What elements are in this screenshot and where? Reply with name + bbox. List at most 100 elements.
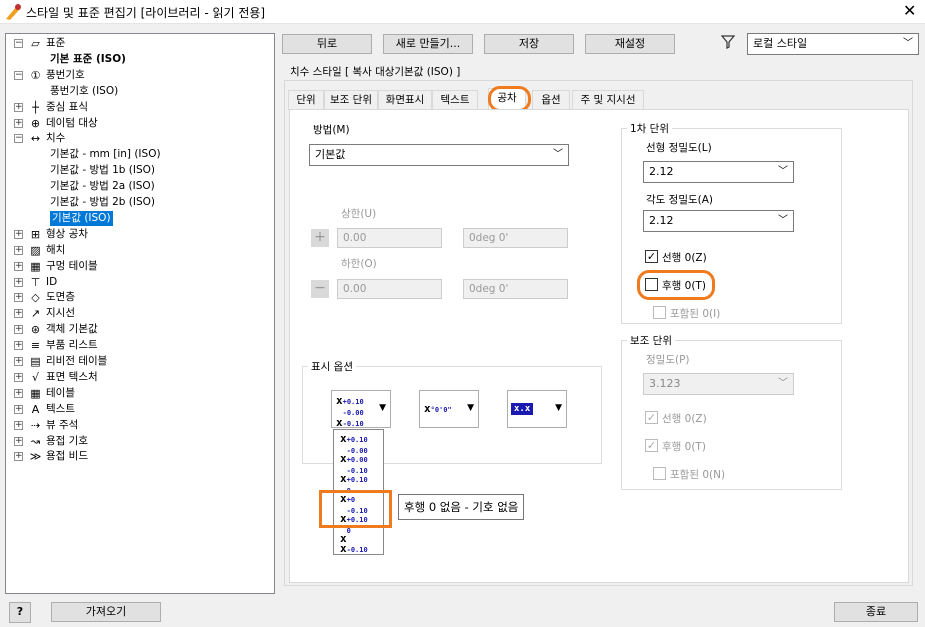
parts-list-icon: ≡ [30, 339, 41, 353]
basic-dimension-format-button[interactable]: x.x ▼ [507, 390, 567, 428]
help-button[interactable]: ? [9, 602, 31, 623]
standard-icon: ▱ [31, 37, 40, 50]
tab-alternate-units[interactable]: 보조 단위 [324, 90, 378, 110]
expand-icon[interactable]: + [14, 277, 23, 287]
method-value: 기본값 [315, 148, 346, 161]
tab-notes-leaders[interactable]: 주 및 지시선 [572, 90, 644, 110]
view-annotation-icon: ⇢ [30, 418, 41, 432]
leading-zero-label: 선행 0(Z) [662, 252, 707, 264]
chevron-down-icon: ﹀ [778, 166, 788, 177]
tree-item-label: 해치 [46, 243, 66, 256]
tree-item-label: 풍번기호 [46, 68, 85, 81]
expand-icon[interactable]: + [14, 325, 23, 335]
tree-item-label: 풍번기호 (ISO) [50, 84, 119, 97]
tree-item-label: 용접 기호 [46, 434, 88, 447]
close-icon[interactable]: ✕ [903, 1, 916, 20]
hatch-icon: ▨ [30, 243, 41, 257]
trailing-zero-tolerance-button[interactable]: x+0.10 -0.00 x-0.10 ▼ [331, 390, 391, 428]
tree-item-label: 기본값 (ISO) [50, 210, 113, 226]
revision-table-icon: ▤ [30, 355, 41, 368]
linear-precision-value: 2.12 [649, 165, 674, 178]
upper-label: 상한(U) [341, 208, 377, 220]
expand-icon[interactable]: + [14, 372, 23, 382]
tree-item-label: 테이블 [46, 386, 75, 399]
method-label: 방법(M) [313, 124, 350, 136]
method-dropdown[interactable]: 기본값 ﹀ [309, 144, 569, 166]
back-button[interactable]: 뒤로 [282, 34, 372, 54]
tree-item-label: 데이텀 대상 [46, 116, 98, 129]
tree-item-label: 리비전 테이블 [46, 355, 108, 367]
datum-target-icon: ⊕ [30, 116, 41, 130]
alt-precision-label: 정밀도(P) [646, 354, 690, 366]
expand-icon[interactable]: + [14, 388, 23, 398]
tree-item-label: 도면층 [46, 291, 75, 304]
tab-text[interactable]: 텍스트 [432, 90, 478, 110]
tree-item-label: 기본값 - 방법 1b (ISO) [50, 164, 156, 177]
expand-icon[interactable]: + [14, 420, 23, 430]
expand-icon[interactable]: + [14, 245, 23, 255]
expand-icon[interactable]: + [14, 341, 23, 351]
expand-icon[interactable]: + [14, 357, 23, 366]
expand-icon[interactable]: + [14, 102, 23, 112]
expand-icon[interactable]: + [14, 118, 23, 128]
angular-precision-label: 각도 정밀도(A) [646, 194, 714, 206]
tree-item-label: 치수 [46, 132, 66, 145]
import-button[interactable]: 가져오기 [51, 602, 161, 622]
upper-value-field: 0.00 [337, 228, 442, 248]
tree-item-label: 중심 표식 [46, 100, 88, 113]
tree-item-label: 구멍 테이블 [46, 259, 98, 272]
expand-icon[interactable]: + [14, 436, 23, 446]
angular-precision-dropdown[interactable]: 2.12 ﹀ [643, 210, 794, 232]
collapse-icon[interactable]: − [14, 39, 23, 48]
save-button[interactable]: 저장 [484, 34, 574, 54]
tree-item-label: 기본값 - mm [in] (ISO) [50, 148, 161, 161]
hole-table-icon: ▦ [30, 259, 41, 273]
done-button[interactable]: 종료 [834, 602, 918, 622]
expand-icon[interactable]: + [14, 452, 23, 462]
alt-trailing-zero-label: 후행 0(T) [662, 441, 706, 453]
style-filter-value: 로컬 스타일 [753, 37, 808, 50]
chevron-down-icon: ﹀ [778, 215, 788, 226]
tab-units[interactable]: 단위 [288, 90, 324, 110]
filter-icon[interactable] [721, 35, 735, 49]
tooltip: 후행 0 없음 - 기호 없음 [398, 494, 525, 520]
list-item-highlight [319, 490, 392, 528]
trailing-zero-highlight [637, 270, 715, 300]
reset-button[interactable]: 재설정 [585, 34, 675, 54]
feature-control-icon: ⊞ [30, 227, 41, 241]
tab-options[interactable]: 옵션 [532, 90, 570, 110]
dropdown-arrow-icon: ▼ [379, 403, 386, 413]
collapse-icon[interactable]: − [14, 70, 23, 80]
style-tree[interactable]: − ▱ 표준 기본 표준 (ISO) − ① 풍번기호 풍번기호 (ISO) + ┼ 중심 표식 + ⊕… [5, 33, 275, 594]
tab-display[interactable]: 화면표시 [378, 90, 432, 110]
new-button[interactable]: 새로 만들기... [383, 34, 473, 54]
tree-item-label: 용접 비드 [46, 450, 88, 463]
style-filter-dropdown[interactable]: 로컬 스타일 ﹀ [747, 33, 919, 55]
linear-precision-dropdown[interactable]: 2.12 ﹀ [643, 161, 794, 183]
chevron-down-icon: ﹀ [903, 38, 913, 49]
angle-format-button[interactable]: x°0'0" ▼ [419, 390, 479, 428]
center-mark-icon: ┼ [32, 100, 39, 114]
object-defaults-icon: ⊛ [30, 323, 41, 337]
collapse-icon[interactable]: − [14, 134, 23, 144]
id-icon: ⊤ [30, 275, 41, 289]
tree-item-label: ID [46, 275, 58, 288]
tree-item-label: 부품 리스트 [46, 339, 98, 352]
expand-icon[interactable]: + [14, 229, 23, 239]
table-icon: ▦ [30, 386, 41, 400]
weld-symbol-icon: ↝ [30, 434, 41, 448]
tree-item-label: 기본값 - 방법 2a (ISO) [50, 180, 155, 193]
expand-icon[interactable]: + [14, 404, 23, 414]
expand-icon[interactable]: + [14, 309, 23, 319]
alt-precision-value: 3.123 [649, 377, 681, 390]
list-item[interactable]: x x-0.10 [340, 533, 368, 555]
alt-included-zero-label: 포함된 0(N) [670, 469, 726, 481]
leading-zero-checkbox[interactable]: ✓ [645, 250, 658, 263]
expand-icon[interactable]: + [14, 261, 23, 271]
title-bar: 스타일 및 표준 편집기 [라이브러리 - 읽기 전용] ✕ [0, 0, 925, 24]
surface-texture-icon: √ [31, 370, 39, 384]
expand-icon[interactable]: + [14, 293, 23, 303]
plus-button: + [311, 229, 329, 247]
window-title: 스타일 및 표준 편집기 [라이브러리 - 읽기 전용] [26, 6, 266, 20]
lower-value-field: 0.00 [337, 279, 442, 299]
